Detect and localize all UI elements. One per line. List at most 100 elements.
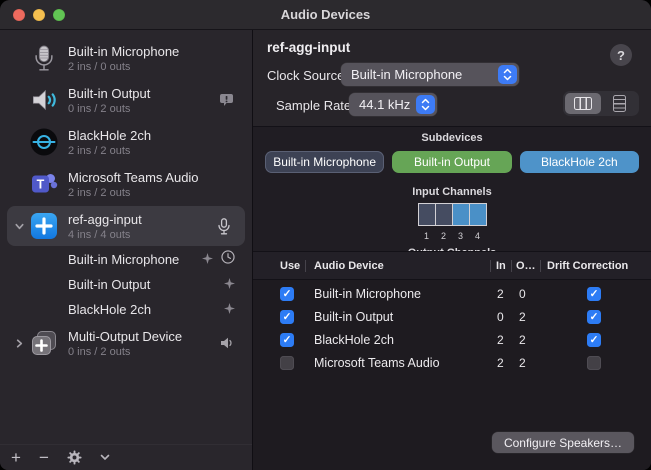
use-checkbox[interactable]: [280, 356, 294, 370]
subdevice-row-built-in-output[interactable]: Built-in Output: [0, 272, 252, 297]
subdevices-section: Subdevices Built-in Microphone Built-in …: [253, 127, 651, 252]
audio-devices-window: Audio Devices Built-in Microphone 2 ins …: [0, 0, 651, 470]
device-name: ref-agg-input: [68, 212, 218, 227]
device-detail-panel: ref-agg-input ? Clock Source: Built-in M…: [253, 30, 651, 470]
drift-star-icon: [224, 301, 235, 319]
sidebar-item-blackhole-2ch[interactable]: BlackHole 2ch 2 ins / 2 outs: [0, 121, 252, 163]
clock-source-value: Built-in Microphone: [341, 67, 498, 82]
blackhole-icon: [30, 128, 58, 156]
titlebar: Audio Devices: [0, 0, 651, 30]
traffic-lights: [13, 9, 65, 21]
device-detail: 4 ins / 4 outs: [68, 229, 218, 241]
speaker-small-icon: [220, 337, 234, 349]
device-name: Built-in Microphone: [68, 44, 252, 59]
row-out-count: 0: [511, 287, 540, 301]
help-button[interactable]: ?: [610, 44, 632, 66]
col-in: In: [490, 260, 511, 272]
drift-correction-checkbox[interactable]: [587, 333, 601, 347]
sample-rate-value: 44.1 kHz: [349, 97, 416, 112]
row-device-name: Microsoft Teams Audio: [305, 356, 490, 370]
device-detail: 0 ins / 2 outs: [68, 346, 220, 358]
table-row: Built-in Output 0 2: [253, 305, 651, 328]
page-title: ref-agg-input: [267, 40, 350, 55]
input-channel-strip: [418, 203, 487, 226]
device-sidebar: Built-in Microphone 2 ins / 0 outs Built…: [0, 30, 253, 470]
use-checkbox[interactable]: [280, 310, 294, 324]
col-use: Use: [265, 260, 305, 272]
clock-source-label: Clock Source:: [267, 68, 348, 83]
list-view-icon: [613, 95, 626, 112]
add-device-button[interactable]: +: [11, 449, 21, 466]
svg-text:T: T: [37, 178, 45, 192]
clock-icon: [221, 250, 235, 269]
close-button[interactable]: [13, 9, 25, 21]
device-name: BlackHole 2ch: [68, 128, 252, 143]
device-detail: 2 ins / 0 outs: [68, 61, 252, 73]
drift-star-icon: [224, 276, 235, 294]
row-in-count: 0: [490, 310, 511, 324]
columns-view-icon: [574, 97, 592, 110]
sidebar-item-built-in-microphone[interactable]: Built-in Microphone 2 ins / 0 outs: [0, 37, 252, 79]
sidebar-item-microsoft-teams-audio[interactable]: T Microsoft Teams Audio 2 ins / 2 outs: [0, 163, 252, 205]
device-name: Multi-Output Device: [68, 329, 220, 344]
drift-correction-checkbox[interactable]: [587, 287, 601, 301]
device-name: Built-in Output: [68, 86, 219, 101]
subdevice-pill-blackhole-2ch[interactable]: BlackHole 2ch: [520, 151, 639, 173]
subdevice-name: Built-in Microphone: [68, 252, 202, 267]
col-drift-correction: Drift Correction: [540, 260, 639, 272]
channel-4-cell[interactable]: [470, 204, 486, 225]
chevron-down-icon[interactable]: [100, 454, 110, 461]
sidebar-item-built-in-output[interactable]: Built-in Output 0 ins / 2 outs: [0, 79, 252, 121]
window-title: Audio Devices: [281, 7, 371, 22]
teams-icon: T: [30, 170, 58, 198]
stepper-chevrons-icon: [498, 65, 517, 84]
subdevice-name: Built-in Output: [68, 277, 224, 292]
columns-view-button[interactable]: [565, 93, 601, 114]
use-checkbox[interactable]: [280, 333, 294, 347]
subdevice-pill-built-in-microphone[interactable]: Built-in Microphone: [265, 151, 384, 173]
chevron-down-icon[interactable]: [8, 221, 30, 232]
drift-correction-checkbox[interactable]: [587, 356, 601, 370]
drift-star-icon: [202, 251, 213, 269]
microphone-icon: [30, 44, 58, 72]
sample-rate-label: Sample Rate:: [276, 98, 355, 113]
clock-source-select[interactable]: Built-in Microphone: [341, 63, 519, 86]
sample-rate-select[interactable]: 44.1 kHz: [349, 93, 437, 116]
channel-3-cell[interactable]: [453, 204, 469, 225]
device-detail: 2 ins / 2 outs: [68, 145, 252, 157]
table-header: Use Audio Device In O… Drift Correction: [253, 252, 651, 280]
row-device-name: Built-in Output: [305, 310, 490, 324]
row-in-count: 2: [490, 356, 511, 370]
configure-speakers-button[interactable]: Configure Speakers…: [492, 432, 634, 453]
drift-correction-checkbox[interactable]: [587, 310, 601, 324]
subdevices-heading: Subdevices: [253, 132, 651, 144]
chevron-right-icon[interactable]: [8, 338, 30, 349]
zoom-button[interactable]: [53, 9, 65, 21]
use-checkbox[interactable]: [280, 287, 294, 301]
list-view-button[interactable]: [601, 93, 637, 114]
multi-output-icon: [30, 329, 58, 357]
input-channels-heading: Input Channels: [253, 186, 651, 198]
subdevice-row-blackhole-2ch[interactable]: BlackHole 2ch: [0, 297, 252, 322]
sidebar-item-multi-output-device[interactable]: Multi-Output Device 0 ins / 2 outs: [0, 322, 252, 364]
sidebar-toolbar: + −: [0, 444, 252, 470]
col-audio-device: Audio Device: [305, 260, 490, 272]
table-row: Microsoft Teams Audio 2 2: [253, 351, 651, 374]
row-in-count: 2: [490, 287, 511, 301]
channel-2-cell[interactable]: [436, 204, 452, 225]
device-settings-section: ref-agg-input ? Clock Source: Built-in M…: [253, 30, 651, 127]
sidebar-item-ref-agg-input-selected[interactable]: ref-agg-input 4 ins / 4 outs: [7, 206, 245, 246]
row-device-name: BlackHole 2ch: [305, 333, 490, 347]
microphone-small-icon: [218, 218, 230, 235]
channel-1-cell[interactable]: [419, 204, 435, 225]
gear-icon[interactable]: [67, 450, 82, 465]
device-name: Microsoft Teams Audio: [68, 170, 252, 185]
row-out-count: 2: [511, 333, 540, 347]
minimize-button[interactable]: [33, 9, 45, 21]
subdevice-table-section: Use Audio Device In O… Drift Correction …: [253, 252, 651, 470]
stepper-chevrons-icon: [416, 95, 435, 114]
table-row: Built-in Microphone 2 0: [253, 282, 651, 305]
subdevice-pill-built-in-output[interactable]: Built-in Output: [392, 151, 511, 173]
remove-device-button[interactable]: −: [39, 449, 49, 466]
subdevice-row-built-in-microphone[interactable]: Built-in Microphone: [0, 247, 252, 272]
